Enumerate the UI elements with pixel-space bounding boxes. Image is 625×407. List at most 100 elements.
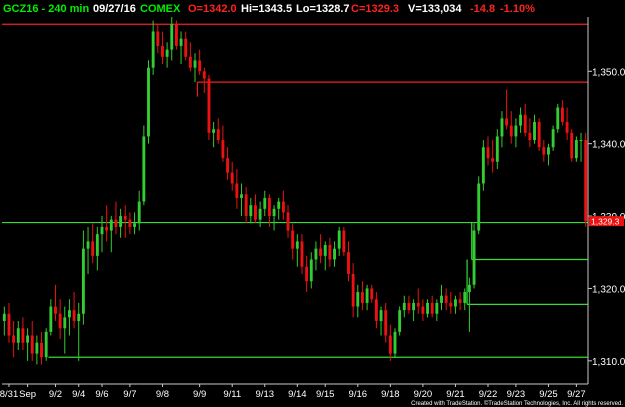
header-change-pct: -1.10%: [500, 3, 535, 15]
candle-body: [300, 241, 304, 267]
header-exchange: COMEX: [140, 3, 181, 15]
y-tick-label: 1,350.0: [592, 67, 625, 78]
candle-body: [384, 310, 388, 336]
header-high: Hi=1343.5: [241, 3, 292, 15]
x-tick-label: 9/22: [479, 389, 498, 400]
x-tick-label: 9/15: [316, 389, 335, 400]
candle-body: [54, 306, 57, 314]
candle-body: [388, 335, 392, 354]
candle-body: [472, 230, 476, 285]
y-tick-label: 1,310.0: [592, 357, 625, 368]
candle-body: [2, 313, 6, 322]
header-volume: V=133,034: [408, 3, 462, 15]
header-date: 09/27/16: [93, 3, 136, 15]
candle-body: [412, 302, 416, 311]
candle-body: [486, 147, 490, 159]
x-tick-label: Sep: [19, 389, 36, 400]
x-tick-label: 9/11: [223, 389, 241, 400]
header-close: C=1329.3: [351, 3, 399, 15]
candle-body: [514, 125, 518, 137]
candle-body: [560, 107, 564, 122]
candle-body: [63, 317, 67, 329]
candle-body: [333, 248, 336, 260]
x-tick-label: 8/31: [0, 389, 18, 400]
candle-body: [547, 147, 550, 155]
candle-body: [193, 60, 197, 68]
candle-body: [509, 125, 513, 137]
footer-credit: Created with TradeStation. ©TradeStation…: [411, 400, 623, 407]
candle: [174, 20, 178, 50]
candle-body: [556, 107, 560, 130]
candle-body: [216, 129, 220, 141]
candle-body: [449, 302, 453, 307]
candle-body: [240, 194, 243, 198]
candle-body: [454, 299, 457, 307]
candle-body: [570, 132, 574, 159]
candle-body: [328, 245, 332, 260]
candle: [472, 223, 476, 289]
candle-body: [179, 38, 183, 46]
y-tick-label: 1,340.0: [592, 140, 625, 151]
candle-body: [579, 140, 583, 142]
candle: [537, 118, 541, 151]
x-tick-label: 9/25: [539, 389, 558, 400]
candle-body: [295, 241, 299, 249]
candle-body: [309, 259, 313, 282]
x-tick-label: 9/7: [123, 389, 136, 400]
candle-body: [263, 197, 267, 209]
candle: [584, 132, 588, 227]
candle-body: [393, 331, 397, 354]
candle-body: [528, 132, 532, 141]
candle-body: [379, 310, 383, 322]
price-chart: 1,310.01,320.01,330.01,340.01,350.01,329…: [0, 0, 625, 407]
candle-body: [35, 342, 39, 354]
x-tick-label: 9/23: [507, 389, 526, 400]
x-tick-label: 9/2: [49, 389, 62, 400]
candle-body: [249, 205, 253, 217]
candle-body: [174, 24, 178, 46]
candle-body: [495, 136, 499, 162]
candle-body: [221, 140, 225, 159]
candle: [481, 140, 485, 191]
candle-body: [170, 24, 174, 50]
candle-body: [86, 241, 90, 249]
candle-body: [161, 45, 164, 57]
candle-body: [188, 56, 192, 68]
x-tick-label: 9/14: [288, 389, 307, 400]
candle-body: [342, 230, 346, 253]
candle: [142, 125, 146, 206]
candle-body: [421, 306, 425, 314]
candle: [556, 103, 560, 133]
candle-body: [67, 310, 71, 318]
header-open: O=1342.0: [188, 3, 237, 15]
candle-body: [198, 60, 202, 72]
header-low: Lo=1328.7: [296, 3, 350, 15]
candle-body: [202, 71, 206, 79]
candle-body: [323, 245, 327, 256]
candle-body: [314, 248, 318, 260]
candle-body: [370, 288, 374, 300]
candle-body: [574, 140, 578, 159]
candle-body: [165, 49, 169, 57]
candle-body: [281, 201, 285, 213]
candle-body: [416, 302, 420, 307]
candle-body: [258, 208, 262, 220]
candle-body: [537, 121, 541, 148]
candle-body: [374, 299, 378, 322]
candle-body: [523, 114, 527, 133]
candle: [147, 60, 150, 144]
candle-body: [30, 335, 34, 354]
candle-body: [440, 295, 443, 303]
candle-body: [137, 201, 141, 224]
candle-body: [142, 136, 146, 202]
candle-body: [277, 201, 281, 209]
candle-body: [26, 335, 30, 343]
candle-body: [49, 306, 53, 332]
candle-body: [291, 230, 295, 249]
candle-body: [533, 121, 536, 141]
candle-body: [235, 183, 239, 198]
candle: [574, 136, 578, 162]
candle-body: [542, 147, 546, 155]
candle-body: [133, 223, 136, 227]
candle-body: [212, 129, 216, 133]
